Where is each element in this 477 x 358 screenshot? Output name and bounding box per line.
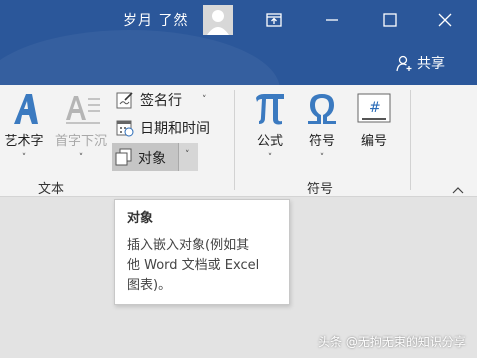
title-bar: 岁月 了然 共享 (0, 0, 477, 85)
chevron-down-icon: ˅ (319, 153, 325, 163)
omega-icon (308, 94, 336, 124)
text-group-label: 文本 (38, 182, 65, 197)
object-tooltip: 对象 插入嵌入对象(例如其 他 Word 文档或 Excel 图表)。 (114, 199, 290, 305)
wordart-button[interactable]: 艺术字 ˅ (0, 90, 48, 164)
object-dropdown[interactable]: ˅ (178, 143, 198, 171)
equation-label: 公式 (256, 134, 283, 149)
dropcap-label: 首字下沉 (54, 134, 107, 149)
object-button[interactable]: 对象 ˅ (112, 143, 198, 171)
chevron-down-icon: ˅ (185, 150, 190, 160)
tooltip-body: 插入嵌入对象(例如其 他 Word 文档或 Excel 图表)。 (127, 236, 277, 296)
maximize-icon[interactable] (378, 8, 402, 32)
share-label: 共享 (417, 56, 445, 72)
watermark-text: 头条 @无拘无束的知识分享 (318, 335, 466, 349)
chevron-down-icon[interactable]: ˅ (202, 95, 207, 105)
symbols-group-label: 符号 (307, 182, 334, 197)
chevron-down-icon: ˅ (21, 153, 27, 163)
group-divider (410, 90, 411, 190)
title-bar-decoration (0, 30, 280, 85)
signature-icon (116, 92, 133, 109)
number-button[interactable]: # 编号 (354, 92, 394, 149)
collapse-ribbon-icon[interactable] (450, 181, 466, 200)
number-label: 编号 (360, 134, 387, 149)
dropcap-icon (66, 96, 100, 124)
object-label: 对象 (138, 151, 166, 167)
equation-button[interactable]: 公式 ˅ (250, 90, 290, 164)
chevron-down-icon: ˅ (78, 153, 84, 163)
symbol-button[interactable]: 符号 ˅ (302, 90, 342, 164)
calendar-clock-icon (116, 120, 134, 137)
share-person-icon (396, 55, 412, 72)
tooltip-line: 插入嵌入对象(例如其 (127, 238, 250, 253)
symbol-label: 符号 (308, 134, 335, 149)
minimize-icon[interactable] (320, 8, 344, 32)
avatar[interactable] (203, 5, 233, 35)
signature-label: 签名行 (140, 93, 182, 109)
wordart-label: 艺术字 (4, 134, 44, 149)
chevron-down-icon: ˅ (267, 153, 273, 163)
dropcap-button: 首字下沉 ˅ (50, 90, 112, 164)
group-divider (234, 90, 235, 190)
tooltip-line: 图表)。 (127, 278, 172, 293)
pi-icon (256, 94, 284, 125)
share-button[interactable]: 共享 (395, 53, 445, 73)
wordart-icon (14, 94, 38, 124)
number-icon: # (357, 93, 391, 123)
tooltip-line: 他 Word 文档或 Excel (127, 258, 260, 273)
close-icon[interactable] (433, 8, 457, 32)
tooltip-title: 对象 (127, 211, 154, 226)
object-icon (115, 148, 133, 170)
ribbon-display-options-icon[interactable] (262, 8, 286, 32)
signature-line-button[interactable]: 签名行 ˅ (116, 88, 207, 112)
date-time-label: 日期和时间 (140, 121, 210, 137)
user-name[interactable]: 岁月 了然 (123, 10, 188, 30)
svg-text:#: # (369, 100, 381, 116)
date-time-button[interactable]: 日期和时间 (116, 116, 210, 140)
